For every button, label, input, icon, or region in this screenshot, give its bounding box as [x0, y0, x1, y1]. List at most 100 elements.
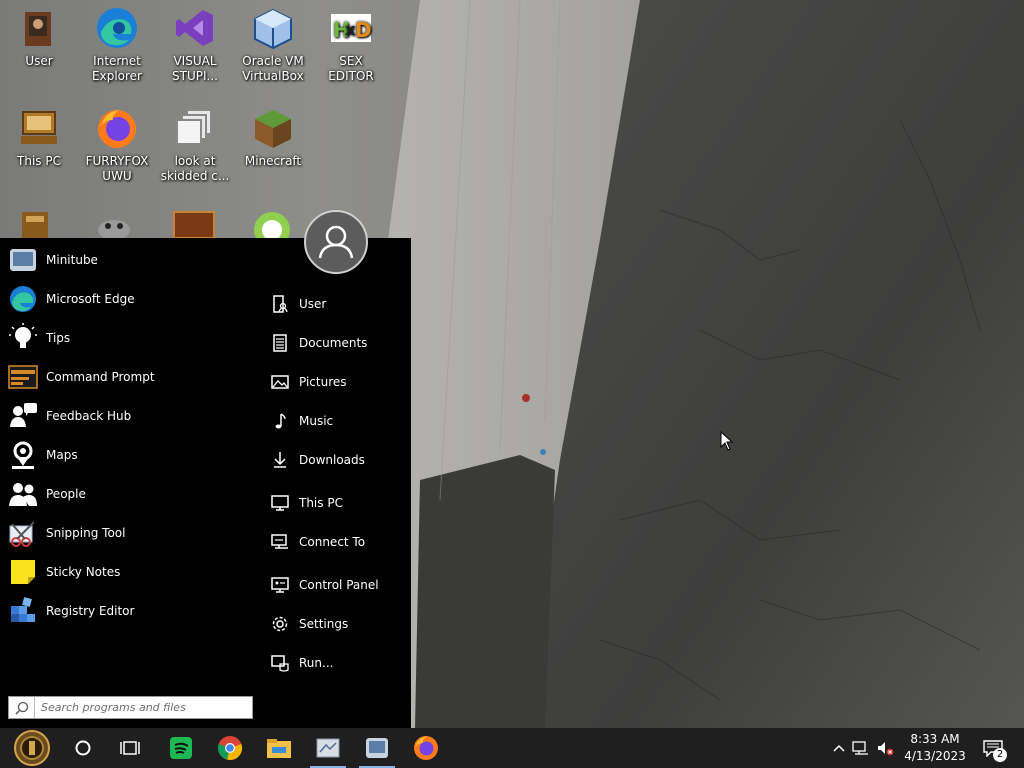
- place-item-pictures[interactable]: Pictures: [271, 370, 401, 394]
- desktop-icon-partial[interactable]: [172, 208, 216, 239]
- desktop-icon-partial[interactable]: [16, 208, 56, 238]
- file-explorer-icon: [267, 739, 291, 758]
- chevron-up-icon: [833, 744, 845, 752]
- start-button[interactable]: [10, 728, 54, 768]
- search-icon: [9, 697, 35, 718]
- monitor-icon: [271, 494, 289, 512]
- task-view-icon: [120, 741, 140, 755]
- desktop-icon-this-pc[interactable]: This PC: [0, 100, 78, 169]
- program-label: Tips: [46, 331, 71, 345]
- taskbar-app-chrome[interactable]: [208, 728, 252, 768]
- minitube-icon: [366, 738, 388, 758]
- mouse-cursor-icon: [720, 431, 734, 451]
- registry-editor-icon: [8, 596, 38, 626]
- program-item-sticky-notes[interactable]: Sticky Notes: [8, 556, 253, 588]
- document-icon: [271, 334, 289, 352]
- clock-date: 4/13/2023: [904, 749, 966, 763]
- task-view-button[interactable]: [108, 728, 152, 768]
- start-search-box[interactable]: [8, 696, 253, 719]
- virtualbox-icon: [251, 6, 295, 50]
- program-item-command-prompt[interactable]: Command Prompt: [8, 361, 253, 393]
- desktop-icon-label: look at skidded c...: [160, 154, 230, 183]
- place-item-documents[interactable]: Documents: [271, 331, 401, 355]
- place-item-run[interactable]: Run...: [271, 651, 401, 675]
- place-label: Pictures: [299, 375, 347, 389]
- program-item-maps[interactable]: Maps: [8, 439, 253, 471]
- tray-overflow-button[interactable]: [829, 738, 849, 758]
- desktop-icon-label: Internet Explorer: [92, 54, 142, 83]
- desktop-icon-label: FURRYFOX UWU: [85, 154, 149, 183]
- program-item-microsoft-edge[interactable]: Microsoft Edge: [8, 283, 253, 315]
- place-item-connect-to[interactable]: Connect To: [271, 530, 401, 554]
- taskbar-clock[interactable]: 8:33 AM 4/13/2023: [898, 731, 972, 767]
- desktop-icon-partial[interactable]: [252, 208, 292, 248]
- desktop-icon-user[interactable]: User: [0, 0, 78, 69]
- place-item-music[interactable]: Music: [271, 409, 401, 433]
- taskbar-app-minitube[interactable]: [355, 728, 399, 768]
- program-label: Command Prompt: [46, 370, 155, 384]
- app-icon: [316, 738, 340, 758]
- desktop-icon-partial[interactable]: [94, 214, 134, 240]
- desktop-icon-virtualbox[interactable]: Oracle VM VirtualBox: [234, 0, 312, 84]
- taskbar-app-file-explorer[interactable]: [257, 728, 301, 768]
- snipping-tool-icon: [8, 518, 38, 548]
- user-avatar[interactable]: [304, 210, 368, 274]
- taskbar-app-window[interactable]: [306, 728, 350, 768]
- feedback-hub-icon: [8, 401, 38, 431]
- sticky-notes-icon: [8, 557, 38, 587]
- taskbar-app-spotify[interactable]: [159, 728, 203, 768]
- lightbulb-icon: [8, 323, 38, 353]
- desktop-icon-hex-editor[interactable]: HxD SEX EDITOR: [312, 0, 390, 84]
- desktop-icon-label: Oracle VM VirtualBox: [242, 54, 304, 83]
- desktop-icon-label: User: [25, 54, 53, 68]
- program-item-registry-editor[interactable]: Registry Editor: [8, 595, 253, 627]
- run-icon: [271, 654, 289, 672]
- hex-editor-icon: HxD: [329, 6, 373, 50]
- edge-icon: [95, 6, 139, 50]
- desktop-icon-firefox[interactable]: FURRYFOX UWU: [78, 100, 156, 184]
- firefox-icon: [414, 736, 438, 760]
- place-item-user[interactable]: User: [271, 292, 401, 316]
- command-prompt-icon: [8, 362, 38, 392]
- place-item-settings[interactable]: Settings: [271, 612, 401, 636]
- user-icon: [271, 295, 289, 313]
- place-label: Settings: [299, 617, 349, 631]
- computer-icon: [17, 106, 61, 150]
- firefox-icon: [95, 106, 139, 150]
- notification-count-badge: 2: [993, 748, 1007, 762]
- place-label: User: [299, 297, 327, 311]
- program-item-people[interactable]: People: [8, 478, 253, 510]
- program-label: Microsoft Edge: [46, 292, 135, 306]
- program-label: People: [46, 487, 86, 501]
- place-item-control-panel[interactable]: Control Panel: [271, 573, 401, 597]
- program-label: Minitube: [46, 253, 98, 267]
- program-item-feedback-hub[interactable]: Feedback Hub: [8, 400, 253, 432]
- picture-icon: [271, 373, 289, 391]
- desktop-icon-minecraft[interactable]: Minecraft: [234, 100, 312, 169]
- user-avatar-icon: [318, 225, 354, 259]
- place-item-downloads[interactable]: Downloads: [271, 448, 401, 472]
- program-label: Registry Editor: [46, 604, 135, 618]
- taskbar-app-firefox[interactable]: [404, 728, 448, 768]
- cortana-button[interactable]: [61, 728, 105, 768]
- program-label: Sticky Notes: [46, 565, 121, 579]
- desktop-icon-label: VISUAL STUPI...: [172, 54, 218, 83]
- program-item-minitube[interactable]: Minitube: [8, 244, 253, 276]
- tray-network-button[interactable]: [851, 738, 871, 758]
- desktop-icon-visual-studio[interactable]: VISUAL STUPI...: [156, 0, 234, 84]
- search-input[interactable]: [35, 697, 252, 718]
- music-note-icon: [271, 412, 289, 430]
- program-label: Maps: [46, 448, 78, 462]
- chrome-icon: [217, 736, 243, 761]
- place-label: Control Panel: [299, 578, 379, 592]
- desktop-icon-internet-explorer[interactable]: Internet Explorer: [78, 0, 156, 84]
- shortcut-icon: [173, 106, 217, 150]
- desktop-icon-shortcut[interactable]: look at skidded c...: [156, 100, 234, 184]
- maps-icon: [8, 440, 38, 470]
- tray-volume-button[interactable]: [875, 738, 895, 758]
- desktop-icon-label: Minecraft: [244, 154, 302, 168]
- program-item-tips[interactable]: Tips: [8, 322, 253, 354]
- desktop-icon-label: SEX EDITOR: [328, 54, 374, 83]
- program-item-snipping-tool[interactable]: Snipping Tool: [8, 517, 253, 549]
- place-item-this-pc[interactable]: This PC: [271, 491, 401, 515]
